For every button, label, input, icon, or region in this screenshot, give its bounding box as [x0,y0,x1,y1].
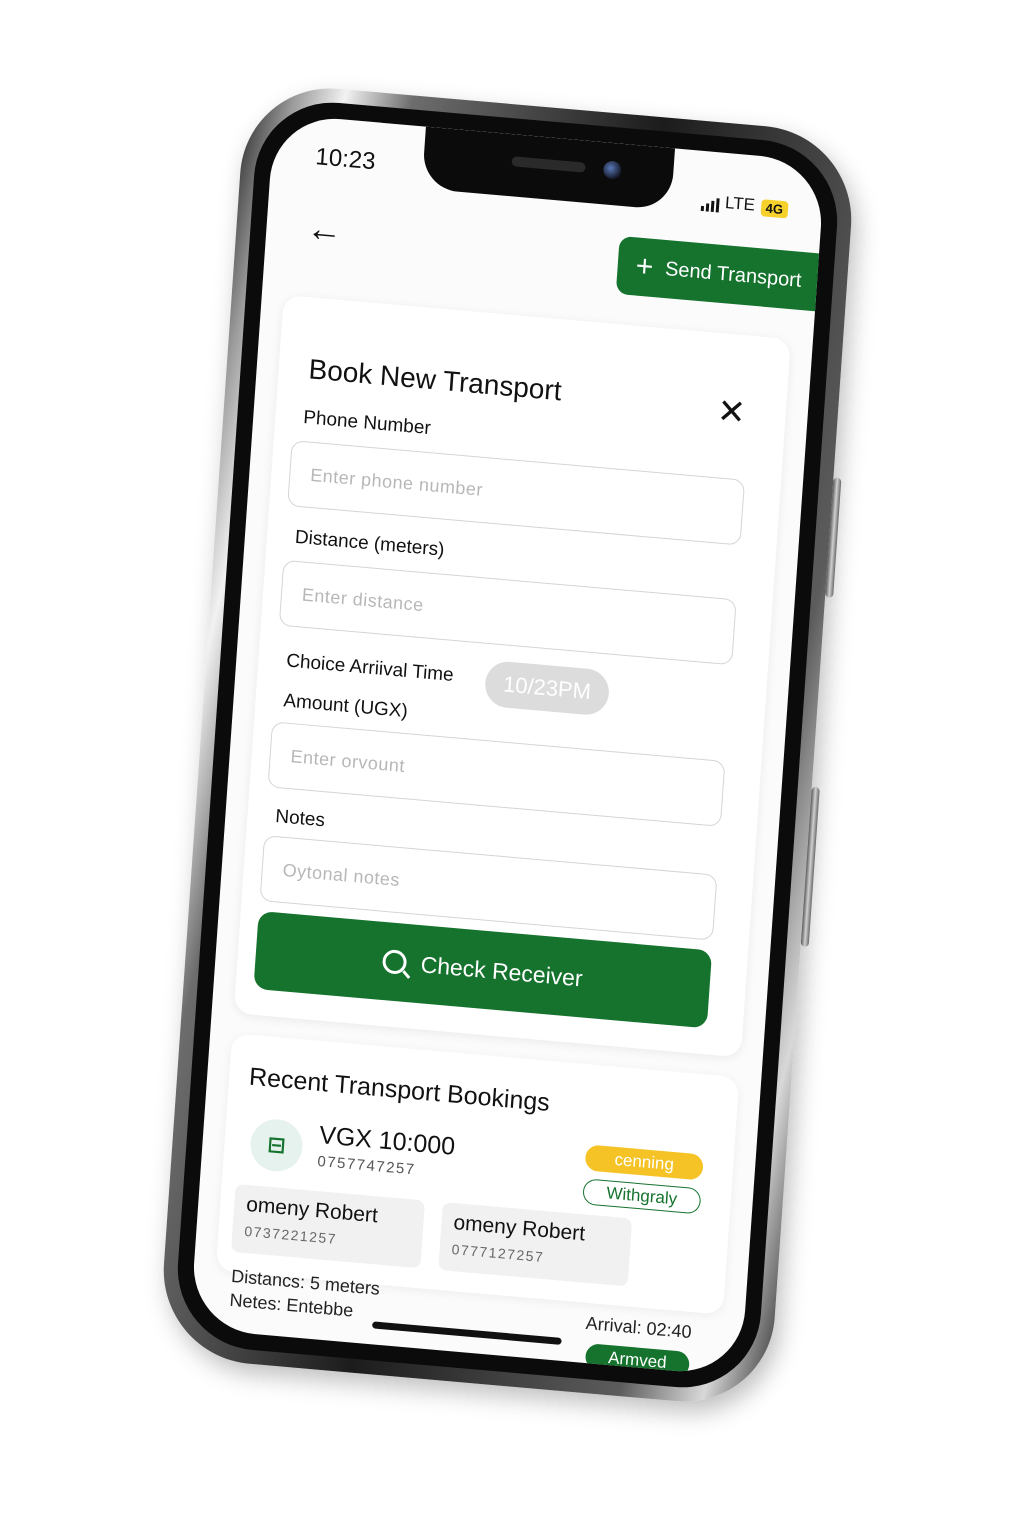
form-title: Book New Transport [307,353,563,407]
send-transport-label: Send Transport [664,257,803,292]
phone-screen: 10:23 LTE 4G ← + Send Transport Book New… [189,113,826,1377]
transport-icon: ⊟ [248,1117,305,1174]
network-badge: 4G [760,199,789,219]
speaker [510,156,586,173]
status-right: LTE 4G [700,191,789,219]
amount-input[interactable]: Enter orvount [267,721,726,827]
phone-device: 10:23 LTE 4G ← + Send Transport Book New… [157,80,858,1410]
network-label: LTE [724,193,756,215]
booking-form-card: Book New Transport ✕ Phone Number Enter … [233,294,791,1058]
receiver-card[interactable]: omeny Robert 0777127257 [438,1202,633,1287]
sender-card[interactable]: omeny Robert 0737221257 [230,1183,426,1269]
phone-input[interactable]: Enter phone number [287,440,746,546]
back-arrow-icon[interactable]: ← [305,207,344,252]
send-transport-button[interactable]: + Send Transport [615,235,826,313]
phone-label: Phone Number [302,407,432,440]
close-icon[interactable]: ✕ [716,391,747,433]
status-badge-arrived: Armved [584,1343,691,1377]
sender-phone: 0737221257 [243,1222,338,1247]
arrival-label: Choice Arriival Time [285,650,455,687]
receiver-name: omeny Robert [452,1211,586,1246]
home-indicator[interactable] [371,1321,562,1345]
notch [421,126,675,211]
sender-name: omeny Robert [245,1192,379,1228]
plus-icon: + [634,249,655,284]
form-fields: Phone Number Enter phone number Distance… [259,406,769,946]
check-receiver-label: Check Receiver [419,950,584,991]
search-icon [382,948,408,975]
distance-label: Distance (meters) [294,526,446,561]
status-time: 10:23 [314,143,377,176]
arrival-time-picker[interactable]: 10/23PM [483,659,611,717]
receiver-phone: 0777127257 [451,1240,545,1266]
signal-icon [700,197,720,213]
phone-bezel: 10:23 LTE 4G ← + Send Transport Book New… [172,96,843,1394]
camera-icon [602,160,622,180]
notes-label: Notes [274,806,326,832]
booking-arrival: Arrival: 02:40 [585,1312,693,1343]
scene: 10:23 LTE 4G ← + Send Transport Book New… [0,0,1024,1536]
status-badge-pending: cenning [584,1144,704,1181]
status-badge-type: Withgraly [582,1178,702,1215]
recent-bookings-card: Recent Transport Bookings ⊟ VGX 10:000 0… [215,1033,740,1377]
recent-title: Recent Transport Bookings [248,1062,551,1117]
